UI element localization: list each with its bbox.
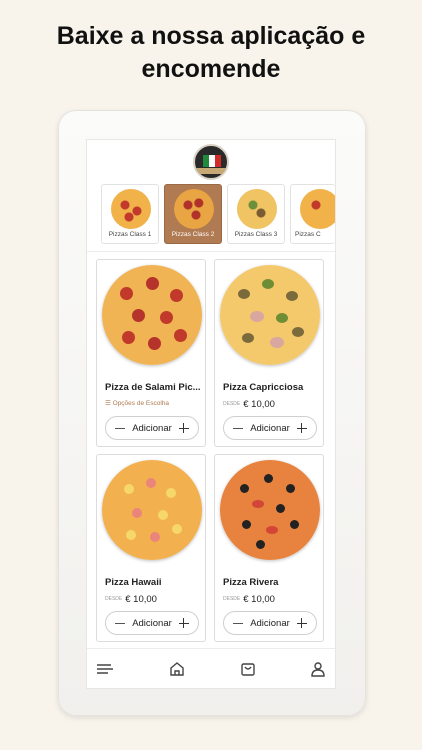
category-label: Pizzas Class 2: [171, 231, 215, 238]
category-carousel[interactable]: Pizzas Class 1 Pizzas Class 2 Pizzas Cla…: [87, 184, 335, 244]
cart-icon[interactable]: [239, 661, 257, 677]
pizza-image: [102, 265, 202, 365]
add-label: Adicionar: [250, 617, 290, 629]
product-card-capricciosa[interactable]: Pizza Capricciosa DESDE € 10,00 Adiciona…: [214, 259, 324, 447]
product-name: Pizza Capricciosa: [223, 382, 304, 393]
category-label: Pizzas Class 3: [234, 231, 278, 238]
add-to-cart-button[interactable]: Adicionar: [223, 611, 317, 635]
options-text: Opções de Escolha: [112, 400, 170, 407]
pizza-thumbnail: [237, 189, 277, 229]
price-from-label: DESDE: [223, 596, 241, 602]
plus-icon[interactable]: [178, 618, 189, 628]
menu-icon[interactable]: [96, 661, 114, 677]
product-name: Pizza Rivera: [223, 577, 279, 588]
plus-icon[interactable]: [178, 423, 189, 433]
price-row: DESDE € 10,00: [223, 397, 275, 411]
pizza-thumbnail: [300, 189, 335, 229]
price-value: € 10,00: [243, 593, 275, 605]
divider: [87, 251, 335, 252]
category-pizzas-class-3[interactable]: Pizzas Class 3: [227, 184, 285, 244]
product-card-rivera[interactable]: Pizza Rivera DESDE € 10,00 Adicionar: [214, 454, 324, 642]
minus-icon[interactable]: [233, 622, 243, 624]
user-icon[interactable]: [309, 661, 327, 677]
pizza-image: [220, 460, 320, 560]
home-icon[interactable]: [168, 661, 186, 677]
app-screen: Pizzas Class 1 Pizzas Class 2 Pizzas Cla…: [87, 140, 335, 688]
product-card-hawaii[interactable]: Pizza Hawaii DESDE € 10,00 Adicionar: [96, 454, 206, 642]
product-name: Pizza Hawaii: [105, 577, 162, 588]
pizza-thumbnail: [111, 189, 151, 229]
product-card-salami[interactable]: Pizza de Salami Pic... ☰ Opções de Escol…: [96, 259, 206, 447]
minus-icon[interactable]: [233, 427, 243, 429]
plus-icon[interactable]: [296, 618, 307, 628]
bottom-navigation: [87, 648, 335, 688]
italian-flag-icon: [203, 155, 221, 167]
pizza-image: [102, 460, 202, 560]
price-from-label: DESDE: [105, 596, 123, 602]
plus-icon[interactable]: [296, 423, 307, 433]
category-label: Pizzas C: [295, 231, 321, 238]
minus-icon[interactable]: [115, 427, 125, 429]
price-from-label: DESDE: [223, 401, 241, 407]
pizza-image: [220, 265, 320, 365]
add-label: Adicionar: [250, 422, 290, 434]
add-label: Adicionar: [132, 422, 172, 434]
options-label[interactable]: ☰ Opções de Escolha: [105, 399, 205, 407]
price-value: € 10,00: [243, 398, 275, 410]
price-row: DESDE € 10,00: [105, 592, 157, 606]
category-label: Pizzas Class 1: [108, 231, 152, 238]
add-to-cart-button[interactable]: Adicionar: [223, 416, 317, 440]
restaurant-logo-icon[interactable]: [193, 144, 229, 180]
add-to-cart-button[interactable]: Adicionar: [105, 416, 199, 440]
category-pizzas-class-4[interactable]: Pizzas C: [290, 184, 335, 244]
minus-icon[interactable]: [115, 622, 125, 624]
category-pizzas-class-1[interactable]: Pizzas Class 1: [101, 184, 159, 244]
price-row: DESDE € 10,00: [223, 592, 275, 606]
category-pizzas-class-2[interactable]: Pizzas Class 2: [164, 184, 222, 244]
add-to-cart-button[interactable]: Adicionar: [105, 611, 199, 635]
pizza-thumbnail: [174, 189, 214, 229]
price-value: € 10,00: [125, 593, 157, 605]
product-name: Pizza de Salami Pic...: [105, 382, 201, 393]
add-label: Adicionar: [132, 617, 172, 629]
headline: Baixe a nossa aplicação e encomende: [56, 22, 366, 83]
